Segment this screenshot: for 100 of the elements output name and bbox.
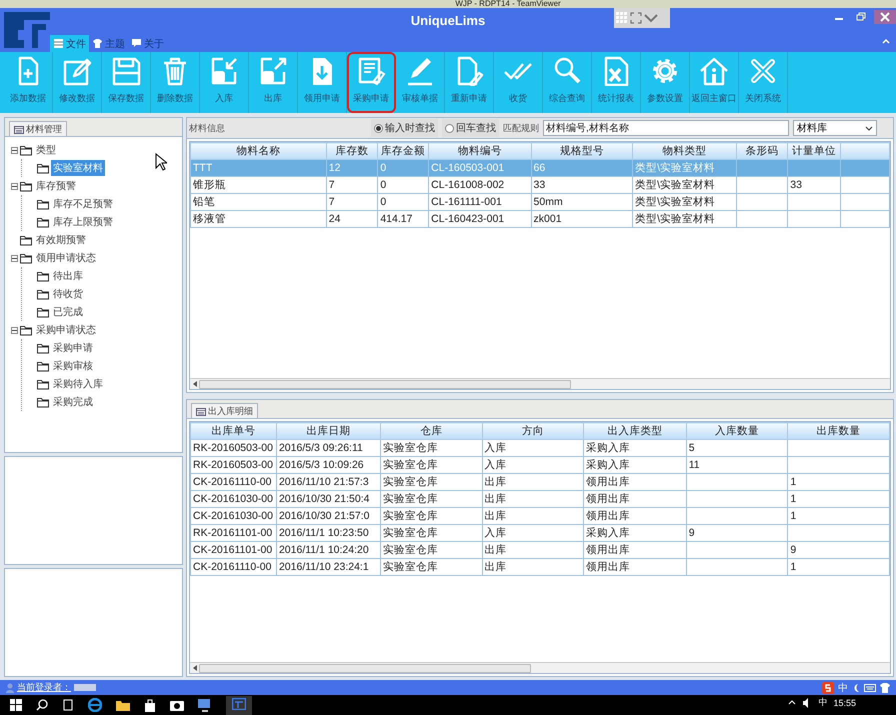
column-header: 库存金额 <box>378 142 429 160</box>
app-icon <box>232 698 246 710</box>
table-row[interactable]: RK-20160503-00 2016/5/3 10:09:26 实验室仓库 入库 采购入库 11 <box>190 456 890 474</box>
folder-icon <box>37 342 49 354</box>
tree-item[interactable]: 采购申请状态 <box>34 322 98 338</box>
close-button[interactable] <box>874 10 896 24</box>
table-cell: RK-20160503-00 <box>190 440 276 456</box>
toolbar-button[interactable]: 采购申请 <box>347 52 396 113</box>
tree-item[interactable]: 有效期预警 <box>34 232 88 248</box>
column-header: 物料编号 <box>428 142 532 160</box>
chevron-down-icon <box>865 126 873 130</box>
tree-item[interactable]: 类型 <box>34 142 58 158</box>
scroll-left-icon <box>193 381 197 387</box>
folder-icon <box>20 324 32 336</box>
table-cell: 领用出库 <box>583 542 686 558</box>
house-icon <box>699 56 729 86</box>
column-header: 计量单位 <box>788 142 841 160</box>
tree-item[interactable]: 待收货 <box>51 286 85 302</box>
column-header: 出库数量 <box>788 422 890 440</box>
shirt-icon <box>92 38 103 49</box>
table-row[interactable]: CK-20161030-00 2016/10/30 21:50:4 实验室仓库 出库 领用出库 1 <box>190 490 890 508</box>
table-cell: 1 <box>788 474 890 490</box>
table-cell: 2016/11/10 21:57:3 <box>276 474 380 490</box>
speech-bubble-icon <box>131 38 142 49</box>
folder-icon <box>37 162 49 174</box>
table-cell: 7 <box>326 176 378 194</box>
tree-item[interactable]: 库存预警 <box>34 178 78 194</box>
table-row[interactable]: CK-20161110-00 2016/11/10 21:57:3 实验室仓库 出库 领用出库 1 <box>190 474 890 490</box>
menu-tab[interactable]: 文件 <box>50 35 89 52</box>
tree-item[interactable]: 库存上限预警 <box>51 214 115 230</box>
table-row[interactable]: 铅笔 7 0 CL-161111-001 50mm 类型\实验室材料 <box>190 194 890 210</box>
table-cell: 2016/11/10 23:24:1 <box>276 558 380 576</box>
table-cell: 采购入库 <box>583 440 686 456</box>
toolbar-button[interactable]: 领用申请 <box>298 52 347 113</box>
table-cell: CK-20161030-00 <box>190 508 276 524</box>
radio-button[interactable]: 回车查找 <box>442 119 499 137</box>
grip-icon <box>616 12 628 24</box>
panel-tab[interactable]: 出入库明细 <box>191 403 258 418</box>
folder-icon <box>37 198 49 210</box>
table-cell: 2016/11/1 10:24:20 <box>276 542 380 558</box>
table-cell: RK-20160503-00 <box>190 456 276 474</box>
table-row[interactable]: CK-20161030-00 2016/10/30 21:57:0 实验室仓库 出库 领用出库 1 <box>190 508 890 524</box>
tree-item[interactable]: 待出库 <box>51 268 85 284</box>
table-row[interactable]: CK-20161101-00 2016/11/1 10:24:20 实验室仓库 出库 领用出库 9 <box>190 542 890 558</box>
table-cell: 0 <box>378 160 429 176</box>
tree-item[interactable]: 已完成 <box>51 304 85 320</box>
tree-item[interactable]: 采购审核 <box>51 358 95 374</box>
collapse-toggle[interactable] <box>11 254 18 262</box>
table-cell: 7 <box>326 194 378 210</box>
panel-tab[interactable]: 材料管理 <box>9 121 67 136</box>
table-cell: 实验室仓库 <box>380 490 482 508</box>
match-rule-field[interactable]: 材料编号,材料名称 <box>543 120 789 136</box>
table-cell: 领用出库 <box>583 490 686 508</box>
column-header: 出库单号 <box>190 422 276 440</box>
table-cell: zk001 <box>531 210 633 228</box>
table-cell: 移液管 <box>190 210 326 228</box>
collapse-toggle[interactable] <box>11 326 18 334</box>
settings-icon <box>650 56 680 86</box>
tree-item[interactable]: 采购申请 <box>51 340 95 356</box>
folder-icon <box>37 378 49 390</box>
table-cell: 实验室仓库 <box>380 440 482 456</box>
table-cell: 24 <box>326 210 378 228</box>
calendar-icon <box>14 124 24 134</box>
table-cell: 9 <box>686 524 788 542</box>
tree-item[interactable]: 采购完成 <box>51 394 95 410</box>
table-cell: 领用出库 <box>583 558 686 576</box>
horizontal-scrollbar[interactable] <box>190 378 890 389</box>
clock-time[interactable]: 15:55 <box>833 698 856 708</box>
column-header: 物料类型 <box>632 142 736 160</box>
table-cell: 2016/11/1 10:23:50 <box>276 524 380 542</box>
folder-icon <box>37 396 49 408</box>
table-cell: 1 <box>788 558 890 576</box>
table-row[interactable]: RK-20161101-00 2016/11/1 10:23:50 实验室仓库 入库 采购入库 9 <box>190 524 890 542</box>
table-row[interactable]: RK-20160503-00 2016/5/3 09:26:11 实验室仓库 入库 采购入库 5 <box>190 440 890 456</box>
column-header: 方向 <box>482 422 584 440</box>
table-row[interactable]: 锥形瓶 7 0 CL-161008-002 33 类型\实验室材料 33 <box>190 176 890 194</box>
column-header: 规格型号 <box>531 142 633 160</box>
input-mode-indicator[interactable]: 中 <box>818 696 828 709</box>
column-header: 物料名称 <box>190 142 326 160</box>
table-cell: 实验室仓库 <box>380 474 482 490</box>
folder-icon <box>37 270 49 282</box>
column-header: 库存数 <box>326 142 378 160</box>
collapse-toggle[interactable] <box>11 182 18 190</box>
tree-item[interactable]: 领用申请状态 <box>34 250 98 266</box>
collapse-toggle[interactable] <box>11 146 18 154</box>
remote-toolbar[interactable] <box>614 8 670 28</box>
table-cell: 出库 <box>482 490 584 508</box>
folder-icon <box>20 144 32 156</box>
tree-item[interactable]: 采购待入库 <box>51 376 105 392</box>
input-mode-indicator[interactable]: 中 <box>838 681 848 695</box>
shirt-icon <box>880 683 890 693</box>
table-row[interactable]: 移液管 24 414.17 CL-160423-001 zk001 类型\实验室材料 <box>190 210 890 228</box>
radio-button[interactable]: 输入时查找 <box>371 119 438 137</box>
horizontal-scrollbar[interactable] <box>190 662 890 673</box>
tree-item[interactable]: 库存不足预警 <box>51 196 115 212</box>
restore-icon <box>856 12 866 22</box>
table-cell: 入库 <box>482 524 584 542</box>
table-row[interactable]: CK-20161110-00 2016/11/10 23:24:1 实验室仓库 出库 领用出库 1 <box>190 558 890 576</box>
window-title: UniqueLims <box>410 12 486 28</box>
library-dropdown[interactable]: 材料库 <box>793 120 877 136</box>
